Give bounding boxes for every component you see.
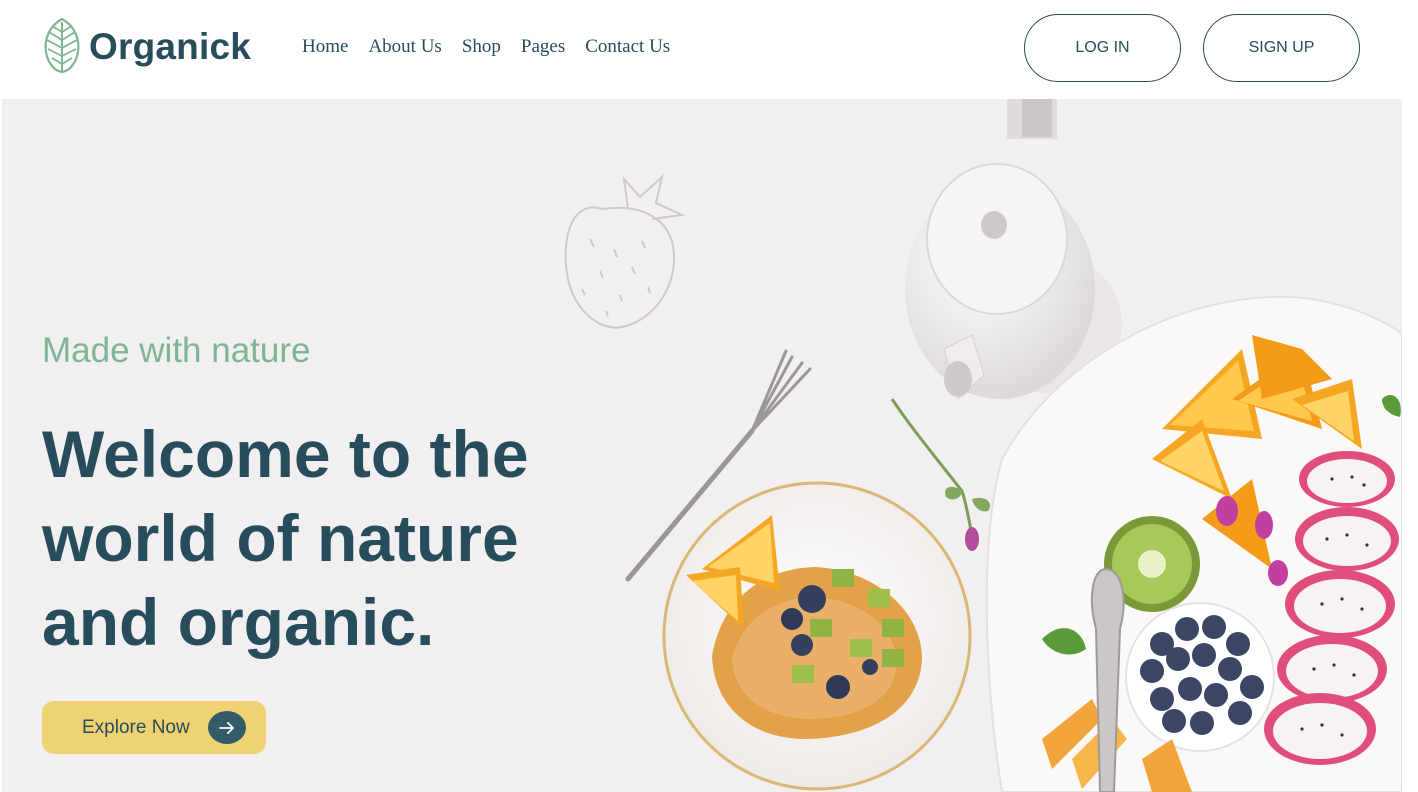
nav-pages[interactable]: Pages — [521, 36, 565, 58]
crepe-plate — [662, 481, 972, 791]
headline-line: Welcome to the — [42, 417, 529, 491]
main-nav: Home About Us Shop Pages Contact Us — [302, 36, 690, 58]
signup-button[interactable]: SIGN UP — [1203, 14, 1360, 82]
site-header: Organick Home About Us Shop Pages Contac… — [2, 0, 1402, 99]
teapot — [905, 99, 1122, 400]
headline-line: world of nature — [42, 501, 519, 575]
hero-section: Made with nature Welcome to the world of… — [2, 99, 1402, 792]
explore-now-button[interactable]: Explore Now — [42, 701, 266, 754]
nav-shop[interactable]: Shop — [462, 36, 501, 58]
brand-name: Organick — [89, 26, 251, 67]
page-gutter — [1402, 0, 1418, 792]
strawberry-doodle — [564, 174, 686, 329]
headline-line: and organic. — [42, 585, 435, 659]
explore-now-label: Explore Now — [82, 717, 190, 738]
login-button[interactable]: LOG IN — [1024, 14, 1181, 82]
logo[interactable]: Organick — [42, 16, 262, 76]
nav-about-us[interactable]: About Us — [368, 36, 441, 58]
hero-headline: Welcome to the world of nature and organ… — [42, 412, 602, 664]
nav-contact-us[interactable]: Contact Us — [585, 36, 670, 58]
hero-subtitle: Made with nature — [42, 331, 311, 370]
arrow-right-icon — [208, 711, 246, 744]
nav-home[interactable]: Home — [302, 36, 348, 58]
leaf-icon — [44, 17, 80, 74]
